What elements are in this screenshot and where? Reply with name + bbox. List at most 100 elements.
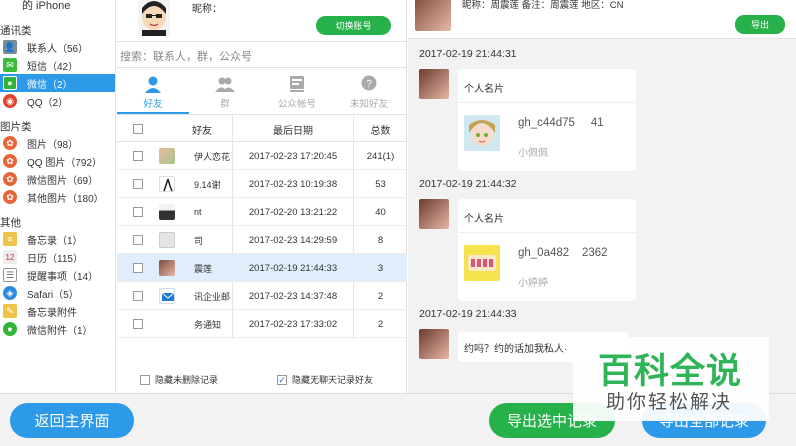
contact-name: nt: [194, 207, 202, 217]
svg-text:?: ?: [366, 79, 372, 90]
switch-account-button[interactable]: 切换账号: [316, 16, 391, 35]
sidebar-item-contacts[interactable]: 👤 联系人（56）: [0, 38, 115, 56]
message-total: 40: [375, 206, 386, 218]
sidebar-item-reminders[interactable]: ☰ 提醒事项（14）: [0, 266, 115, 284]
hide-empty-checkbox[interactable]: [277, 374, 287, 385]
contact-avatar: [159, 176, 175, 192]
message-total: 3: [377, 262, 384, 274]
sidebar-item-label: 其他图片（180）: [27, 193, 104, 205]
account-profile: 昵称： 切换账号: [117, 0, 407, 42]
sidebar-item-label: 备忘录（1）: [27, 235, 83, 247]
unknown-friend-icon: ?: [361, 75, 377, 91]
sidebar-item-label: QQ 图片（792）: [27, 157, 103, 169]
card-contact-name: 小佩佩: [518, 148, 548, 159]
contact-name: 伊人恋花: [194, 151, 231, 162]
card-contact-name: 小婷婷: [518, 278, 548, 289]
chat-contact-avatar: [415, 0, 451, 31]
sidebar-item-wechat-photos[interactable]: ✿ 微信图片（69）: [0, 170, 115, 188]
column-header-total: 总数: [370, 125, 391, 137]
contact-name: 震莲: [194, 263, 213, 274]
sidebar-item-qq[interactable]: ◉ QQ（2）: [0, 92, 115, 110]
category-other: 其他: [0, 217, 21, 229]
tab-unknown-friends[interactable]: ? 未知好友: [333, 70, 405, 114]
card-contact-id: gh_0a482 2362: [518, 247, 608, 259]
row-checkbox[interactable]: [133, 319, 143, 329]
sidebar: 的 iPhone 通讯类 👤 联系人（56） ✉ 短信（42） ● 微信（2） …: [0, 0, 116, 393]
wechat-photos-icon: ✿: [3, 172, 17, 186]
official-account-icon: [290, 76, 304, 92]
search-input[interactable]: 搜索：联系人，群，公众号: [117, 44, 407, 68]
table-row[interactable]: 司 2017-02-23 14:29:59 8: [117, 226, 407, 254]
row-checkbox[interactable]: [133, 291, 143, 301]
watermark-sub: 助你轻松解决: [606, 392, 733, 413]
tab-official-accounts[interactable]: 公众帐号: [261, 70, 333, 114]
nickname-label: 昵称：: [192, 4, 222, 15]
sidebar-item-safari[interactable]: ◈ Safari（5）: [0, 284, 115, 302]
last-date: 2017-02-23 17:20:45: [248, 150, 338, 162]
device-title: 的 iPhone: [22, 0, 71, 12]
hide-deleted-option[interactable]: 隐藏未删除记录: [140, 373, 218, 386]
card-avatar: [464, 245, 500, 281]
sidebar-item-sms[interactable]: ✉ 短信（42）: [0, 56, 115, 74]
sender-avatar: [419, 199, 449, 229]
export-button[interactable]: 导出: [735, 15, 785, 34]
contact-name: 司: [194, 235, 204, 246]
hide-deleted-label: 隐藏未删除记录: [155, 375, 219, 385]
table-row[interactable]: 9.14谢 2017-02-23 10:19:38 53: [117, 170, 407, 198]
tab-bar: 好友 群 公众帐号 ? 未知好友: [117, 70, 407, 114]
row-checkbox[interactable]: [133, 207, 143, 217]
sidebar-item-notes-attachment[interactable]: ✎ 备忘录附件: [0, 302, 115, 320]
table-row[interactable]: nt 2017-02-20 13:21:22 40: [117, 198, 407, 226]
tab-friends[interactable]: 好友: [117, 70, 189, 114]
photos-icon: ✿: [3, 136, 17, 150]
message-total: 8: [377, 234, 384, 246]
table-header: 好友 最后日期 总数: [117, 114, 407, 142]
last-date: 2017-02-19 21:44:33: [248, 262, 338, 274]
contact-card-message[interactable]: 个人名片 gh_c44d75 41 小佩佩: [458, 69, 636, 171]
safari-icon: ◈: [3, 286, 17, 300]
message-total: 53: [375, 178, 386, 190]
table-row[interactable]: 伊人恋花 2017-02-23 17:20:45 241(1): [117, 142, 407, 170]
sender-avatar: [419, 329, 449, 359]
row-checkbox[interactable]: [133, 151, 143, 161]
sidebar-item-label: 图片（98）: [27, 139, 79, 151]
sidebar-item-wechat-attachment[interactable]: ● 微信附件（1）: [0, 320, 115, 338]
hide-empty-option[interactable]: 隐藏无聊天记录好友: [277, 373, 373, 386]
select-all-checkbox[interactable]: [133, 124, 143, 134]
last-date: 2017-02-23 14:37:48: [248, 290, 338, 302]
tab-groups[interactable]: 群: [189, 70, 261, 114]
sidebar-item-label: 微信（2）: [27, 79, 73, 91]
contact-avatar: [159, 260, 175, 276]
hide-deleted-checkbox[interactable]: [140, 374, 150, 385]
contact-avatar: [159, 204, 175, 220]
wechat-icon: ●: [3, 76, 17, 90]
row-checkbox[interactable]: [133, 179, 143, 189]
table-row[interactable]: 讯企业邮 2017-02-23 14:37:48 2: [117, 282, 407, 310]
contacts-icon: 👤: [3, 40, 17, 54]
table-row[interactable]: 震莲 2017-02-19 21:44:33 3: [117, 254, 407, 282]
tab-label: 公众帐号: [277, 99, 316, 110]
sidebar-item-notes[interactable]: ≡ 备忘录（1）: [0, 230, 115, 248]
sidebar-item-qq-photos[interactable]: ✿ QQ 图片（792）: [0, 152, 115, 170]
calendar-icon: 12: [3, 250, 17, 264]
table-row[interactable]: 务通知 2017-02-23 17:33:02 2: [117, 310, 407, 338]
avatar: [138, 0, 170, 36]
sidebar-item-calendar[interactable]: 12 日历（115）: [0, 248, 115, 266]
contact-avatar: [159, 148, 175, 164]
group-icon: [215, 77, 235, 92]
sidebar-item-wechat[interactable]: ● 微信（2）: [0, 74, 115, 92]
sidebar-item-other-photos[interactable]: ✿ 其他图片（180）: [0, 188, 115, 206]
contact-panel: 昵称： 切换账号 搜索：联系人，群，公众号 好友 群 公众帐号 ? 未知好友 好…: [117, 0, 407, 393]
last-date: 2017-02-23 17:33:02: [248, 318, 338, 330]
card-avatar: [464, 115, 500, 151]
friend-icon: [145, 76, 161, 93]
sidebar-item-photos[interactable]: ✿ 图片（98）: [0, 134, 115, 152]
row-checkbox[interactable]: [133, 263, 143, 273]
tab-label: 群: [220, 99, 230, 110]
sidebar-item-label: 短信（42）: [27, 61, 79, 73]
reminders-icon: ☰: [3, 268, 17, 282]
back-to-main-button[interactable]: 返回主界面: [10, 403, 134, 438]
contact-card-message[interactable]: 个人名片 gh_0a482 2362 小婷婷: [458, 199, 636, 301]
sidebar-item-label: 微信图片（69）: [27, 175, 99, 187]
row-checkbox[interactable]: [133, 235, 143, 245]
